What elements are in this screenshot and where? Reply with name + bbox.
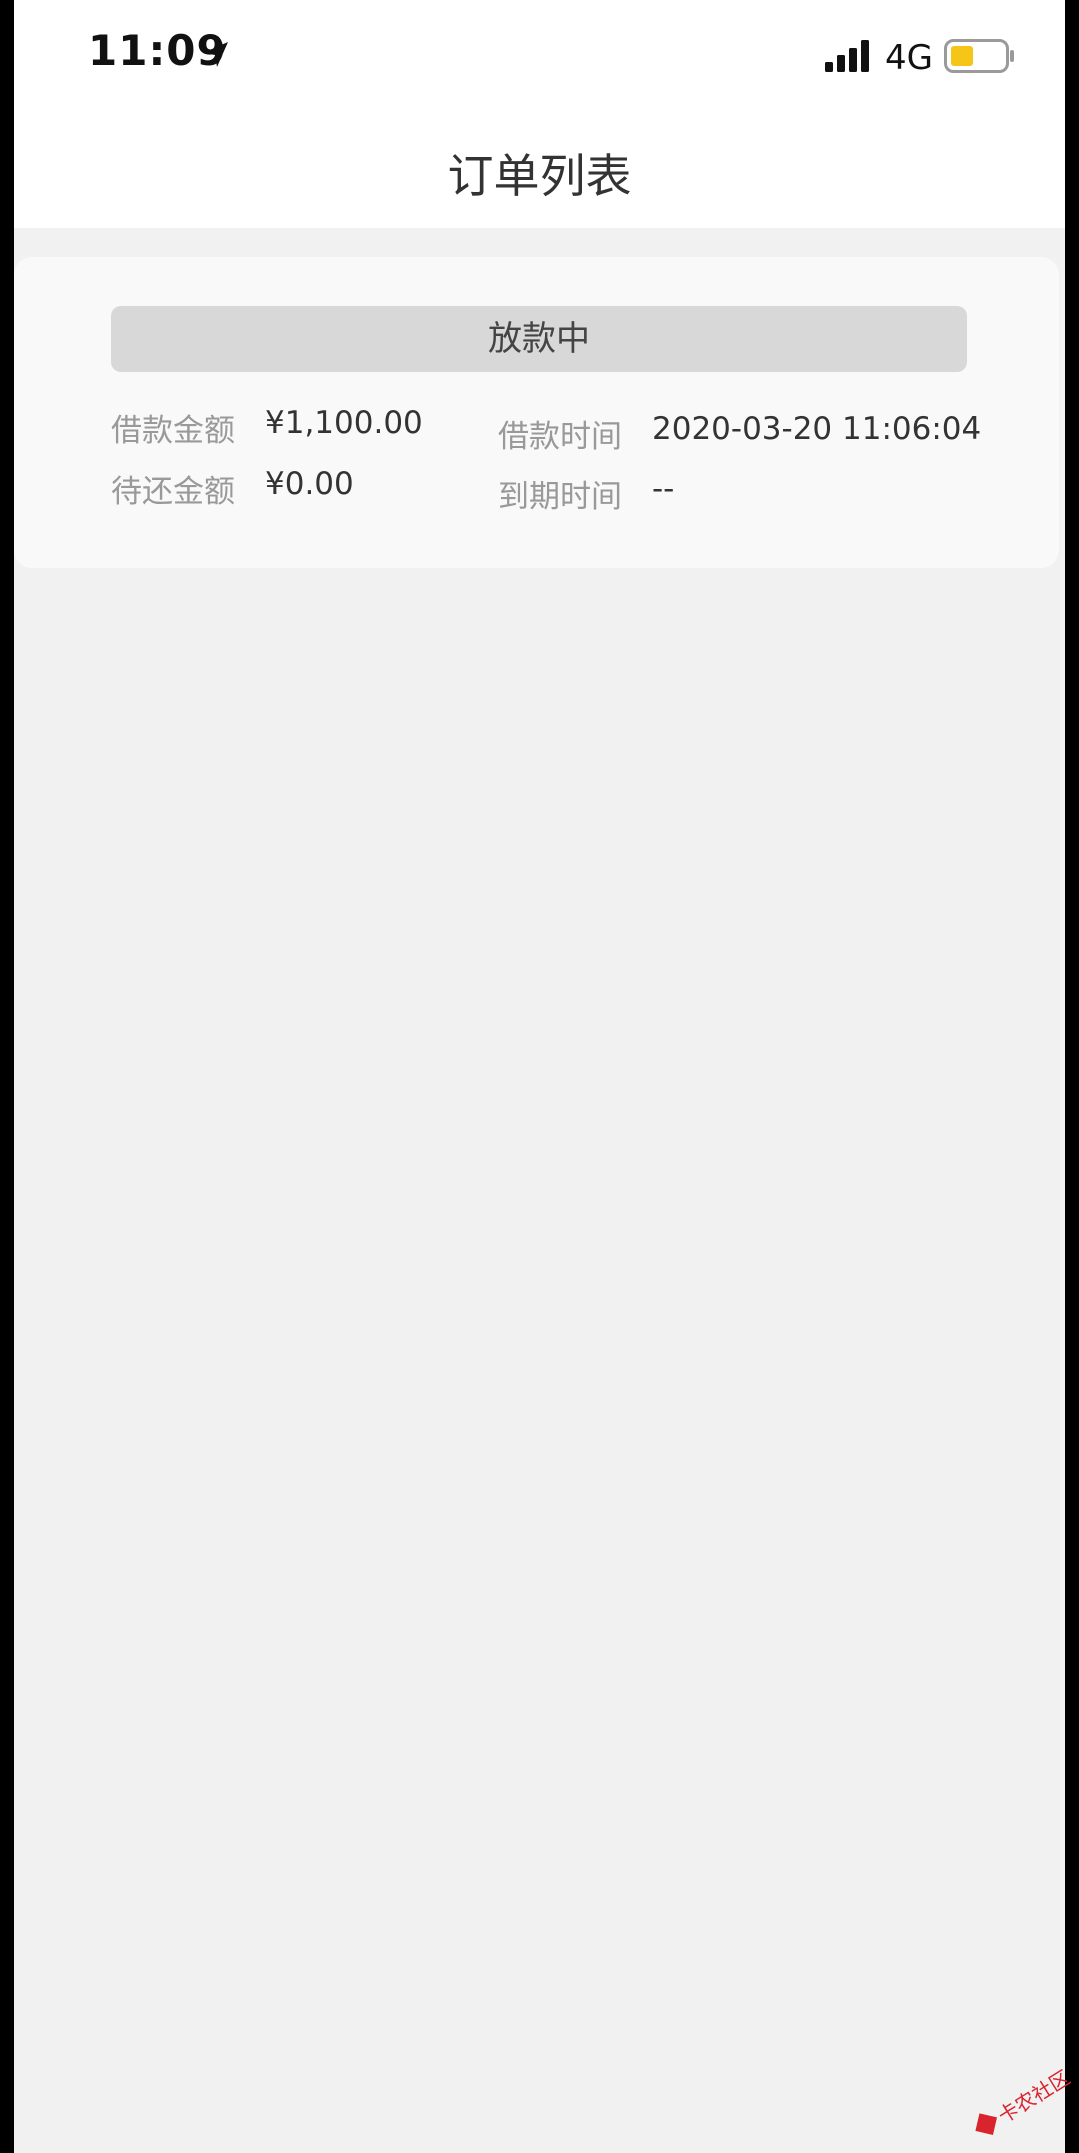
loan-time-value: 2020-03-20 11:06:04	[652, 411, 982, 447]
pending-amount-value: ¥0.00	[265, 466, 354, 502]
status-bar: 11:09 4G	[14, 0, 1065, 110]
due-time-value: --	[652, 471, 675, 507]
watermark-text: 卡农社区	[994, 2065, 1075, 2128]
due-time-label: 到期时间	[498, 479, 622, 515]
pending-amount-label: 待还金额	[111, 474, 235, 510]
cellular-signal-icon	[825, 40, 869, 72]
watermark-logo: 卡农社区	[975, 2065, 1075, 2135]
location-arrow-icon	[203, 42, 228, 67]
page-title: 订单列表	[447, 149, 632, 203]
order-card[interactable]: 放款中 借款金额 ¥1,100.00 待还金额 ¥0.00 借款时间 2020-…	[14, 257, 1059, 568]
navigation-bar: 订单列表	[14, 110, 1065, 228]
app-screen: 11:09 4G 订单列表 放款中 借款金额 ¥1,100.00 待还金额 ¥0…	[14, 0, 1065, 2153]
loan-amount-value: ¥1,100.00	[265, 405, 423, 441]
order-status-badge: 放款中	[111, 306, 967, 372]
loan-amount-label: 借款金额	[111, 413, 235, 449]
loan-time-label: 借款时间	[498, 419, 622, 455]
network-type-label: 4G	[885, 38, 933, 78]
battery-icon	[944, 39, 1014, 73]
